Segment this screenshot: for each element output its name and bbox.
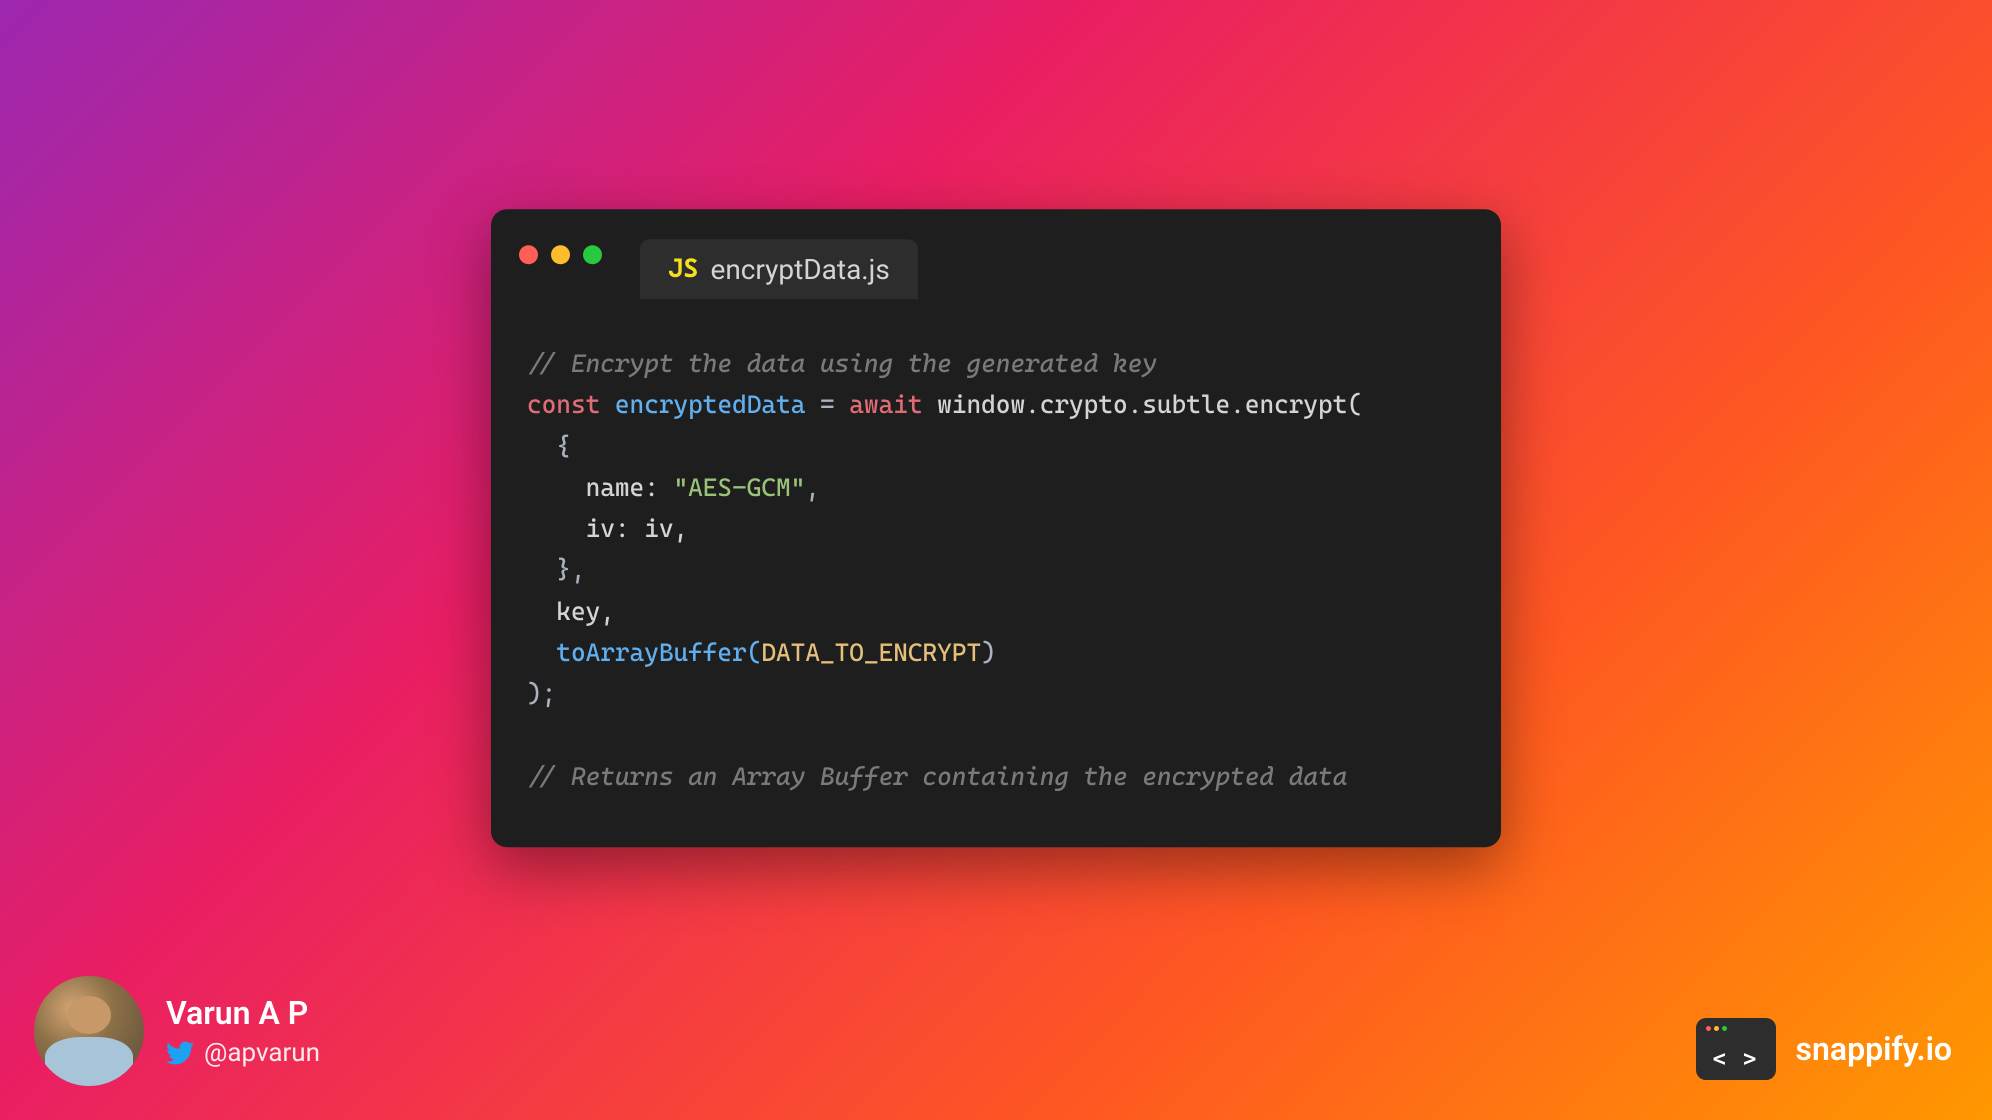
brand-badge: < >: [1696, 1018, 1776, 1080]
code-property: name:: [527, 473, 673, 502]
code-body: // Encrypt the data using the generated …: [491, 299, 1501, 847]
brand-badge-dots: [1706, 1026, 1766, 1031]
twitter-icon: [166, 1039, 194, 1067]
file-tab[interactable]: JS encryptData.js: [640, 239, 918, 299]
code-await: await: [849, 390, 922, 419]
brand-dot-green: [1722, 1026, 1727, 1031]
author-name: Varun A P: [166, 994, 320, 1032]
code-keyword: const: [527, 390, 600, 419]
code-semicolon: );: [527, 679, 556, 708]
avatar: [34, 976, 144, 1086]
code-variable: encryptedData: [615, 390, 805, 419]
code-brace: {: [527, 432, 571, 461]
code-property: iv: iv,: [527, 514, 688, 543]
code-property: key,: [527, 597, 615, 626]
code-param: DATA_TO_ENCRYPT: [761, 638, 981, 667]
author-info: Varun A P @apvarun: [166, 994, 320, 1068]
code-window-header: JS encryptData.js: [491, 209, 1501, 299]
maximize-icon[interactable]: [583, 245, 602, 264]
author-section: Varun A P @apvarun: [34, 976, 320, 1086]
code-brace: },: [527, 555, 586, 584]
code-window: JS encryptData.js // Encrypt the data us…: [491, 209, 1501, 847]
author-handle-text: @apvarun: [204, 1038, 320, 1068]
brand-text: snappify.io: [1796, 1030, 1952, 1068]
code-comment: // Encrypt the data using the generated …: [527, 349, 1157, 378]
code-call: window.crypto.subtle.encrypt(: [923, 390, 1362, 419]
code-comma: ,: [805, 473, 820, 502]
code-function: toArrayBuffer(: [527, 638, 761, 667]
brand-section[interactable]: < > snappify.io: [1696, 1018, 1952, 1080]
minimize-icon[interactable]: [551, 245, 570, 264]
close-icon[interactable]: [519, 245, 538, 264]
code-string: "AES-GCM": [673, 473, 805, 502]
traffic-lights: [519, 245, 602, 264]
code-paren: ): [981, 638, 996, 667]
code-operator: =: [805, 390, 849, 419]
brand-dot-red: [1706, 1026, 1711, 1031]
tab-filename: encryptData.js: [710, 253, 889, 286]
brand-dot-yellow: [1714, 1026, 1719, 1031]
code-brackets-icon: < >: [1706, 1047, 1766, 1072]
javascript-icon: JS: [668, 254, 698, 284]
author-handle[interactable]: @apvarun: [166, 1038, 320, 1068]
code-comment: // Returns an Array Buffer containing th…: [527, 762, 1347, 791]
